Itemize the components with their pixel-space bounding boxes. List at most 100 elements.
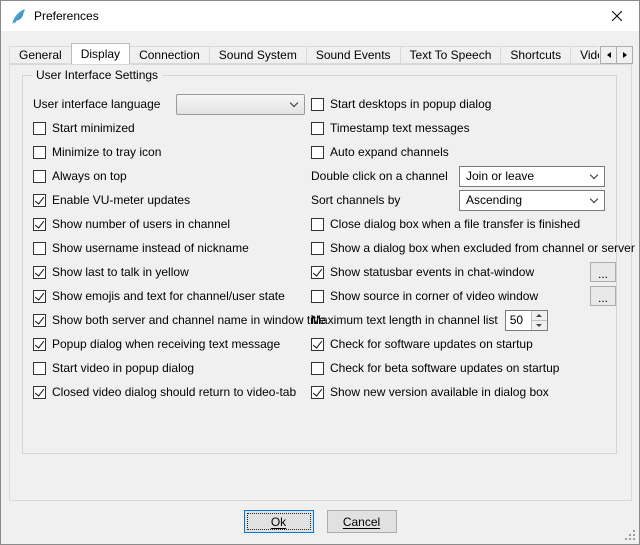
tab-connection[interactable]: Connection (129, 46, 210, 64)
checkbox-icon[interactable] (33, 170, 46, 183)
language-label: User interface language (33, 97, 176, 111)
checkbox-desktops-popup[interactable]: Start desktops in popup dialog (311, 92, 616, 116)
cancel-button[interactable]: Cancel (327, 510, 397, 533)
tab-scroll-right-button[interactable] (616, 46, 633, 64)
sort-channels-row: Sort channels by Ascending (311, 188, 616, 212)
checkbox-icon[interactable] (311, 122, 324, 135)
tab-sound-system[interactable]: Sound System (209, 46, 307, 64)
checkbox-start-minimized[interactable]: Start minimized (33, 116, 305, 140)
checkbox-last-to-talk-yellow[interactable]: Show last to talk in yellow (33, 260, 305, 284)
checkbox-icon[interactable] (33, 122, 46, 135)
checkbox-icon[interactable] (33, 194, 46, 207)
tab-page-display: User Interface Settings User interface l… (9, 64, 632, 501)
checkbox-new-version-dialog[interactable]: Show new version available in dialog box (311, 380, 616, 404)
sort-channels-value: Ascending (466, 193, 522, 207)
tab-strip: General Display Connection Sound System … (9, 42, 599, 64)
tab-scroller (601, 46, 633, 64)
sort-channels-label: Sort channels by (311, 193, 459, 207)
checkbox-popup-text-message[interactable]: Popup dialog when receiving text message (33, 332, 305, 356)
checkbox-vu-meter-updates[interactable]: Enable VU-meter updates (33, 188, 305, 212)
tab-sound-events[interactable]: Sound Events (306, 46, 401, 64)
checkbox-label: Start desktops in popup dialog (330, 97, 491, 111)
tab-scroll-left-button[interactable] (600, 46, 617, 64)
checkbox-always-on-top[interactable]: Always on top (33, 164, 305, 188)
window-title: Preferences (34, 9, 99, 23)
checkbox-label: Minimize to tray icon (52, 145, 161, 159)
checkbox-icon[interactable] (311, 98, 324, 111)
checkbox-emojis-text-state[interactable]: Show emojis and text for channel/user st… (33, 284, 305, 308)
checkbox-icon[interactable] (311, 266, 324, 279)
language-row: User interface language (33, 92, 305, 116)
tab-bar: General Display Connection Sound System … (9, 43, 633, 64)
checkbox-icon[interactable] (33, 146, 46, 159)
checkbox-label: Show new version available in dialog box (330, 385, 549, 399)
sort-channels-combobox[interactable]: Ascending (459, 190, 605, 211)
double-click-row: Double click on a channel Join or leave (311, 164, 616, 188)
checkbox-video-return-tab[interactable]: Closed video dialog should return to vid… (33, 380, 305, 404)
checkbox-icon[interactable] (33, 314, 46, 327)
close-button[interactable] (594, 2, 639, 31)
checkbox-server-channel-title[interactable]: Show both server and channel name in win… (33, 308, 305, 332)
checkbox-label: Closed video dialog should return to vid… (52, 385, 296, 399)
checkbox-icon[interactable] (33, 338, 46, 351)
tab-shortcuts[interactable]: Shortcuts (500, 46, 571, 64)
checkbox-icon[interactable] (311, 386, 324, 399)
checkbox-label: Show username instead of nickname (52, 241, 249, 255)
titlebar[interactable]: Preferences (1, 1, 639, 31)
checkbox-video-popup[interactable]: Start video in popup dialog (33, 356, 305, 380)
checkbox-icon[interactable] (311, 218, 324, 231)
checkbox-label: Popup dialog when receiving text message (52, 337, 280, 351)
ok-button[interactable]: Ok (244, 510, 314, 533)
checkbox-label: Show last to talk in yellow (52, 265, 189, 279)
tab-display[interactable]: Display (71, 43, 130, 64)
checkbox-close-filetransfer-dialog[interactable]: Close dialog box when a file transfer is… (311, 212, 616, 236)
spin-up-button[interactable] (532, 311, 547, 320)
spin-down-button[interactable] (532, 320, 547, 330)
checkbox-icon[interactable] (33, 290, 46, 303)
double-click-combobox[interactable]: Join or leave (459, 166, 605, 187)
checkbox-icon[interactable] (33, 242, 46, 255)
checkbox-show-user-count[interactable]: Show number of users in channel (33, 212, 305, 236)
checkbox-label: Enable VU-meter updates (52, 193, 190, 207)
checkbox-label: Show number of users in channel (52, 217, 230, 231)
triangle-right-icon (623, 52, 627, 58)
close-icon (612, 9, 622, 24)
checkbox-icon[interactable] (311, 242, 324, 255)
spinner-buttons (531, 311, 547, 330)
checkbox-label: Show a dialog box when excluded from cha… (330, 241, 635, 255)
checkbox-label: Start minimized (52, 121, 135, 135)
checkbox-icon[interactable] (33, 218, 46, 231)
checkbox-label: Check for software updates on startup (330, 337, 533, 351)
checkbox-icon[interactable] (33, 386, 46, 399)
checkbox-label: Auto expand channels (330, 145, 449, 159)
checkbox-check-beta-updates[interactable]: Check for beta software updates on start… (311, 356, 616, 380)
checkbox-excluded-dialog[interactable]: Show a dialog box when excluded from cha… (311, 236, 616, 260)
checkbox-icon[interactable] (33, 362, 46, 375)
checkbox-label: Check for beta software updates on start… (330, 361, 559, 375)
max-text-length-spinner[interactable]: 50 (505, 310, 548, 331)
checkbox-icon[interactable] (311, 362, 324, 375)
tab-general[interactable]: General (9, 46, 72, 64)
group-user-interface-settings: User Interface Settings User interface l… (22, 75, 617, 454)
checkbox-auto-expand-channels[interactable]: Auto expand channels (311, 140, 616, 164)
max-text-length-row: Maximum text length in channel list 50 (311, 308, 616, 332)
checkbox-icon[interactable] (311, 146, 324, 159)
tab-video[interactable]: Video (570, 46, 599, 64)
checkbox-icon[interactable] (311, 290, 324, 303)
dialog-buttons: Ok Cancel (1, 510, 639, 533)
checkbox-minimize-to-tray[interactable]: Minimize to tray icon (33, 140, 305, 164)
checkbox-timestamp-messages[interactable]: Timestamp text messages (311, 116, 616, 140)
triangle-up-icon (536, 314, 542, 317)
checkbox-icon[interactable] (311, 338, 324, 351)
tab-text-to-speech[interactable]: Text To Speech (400, 46, 502, 64)
triangle-left-icon (607, 52, 611, 58)
checkbox-show-username[interactable]: Show username instead of nickname (33, 236, 305, 260)
video-source-browse-button[interactable]: ... (590, 286, 616, 306)
triangle-down-icon (536, 324, 542, 327)
checkbox-check-updates[interactable]: Check for software updates on startup (311, 332, 616, 356)
statusbar-events-browse-button[interactable]: ... (590, 262, 616, 282)
checkbox-label: Show both server and channel name in win… (52, 313, 326, 327)
resize-grip[interactable] (624, 529, 635, 540)
checkbox-icon[interactable] (33, 266, 46, 279)
language-combobox[interactable] (176, 94, 305, 115)
